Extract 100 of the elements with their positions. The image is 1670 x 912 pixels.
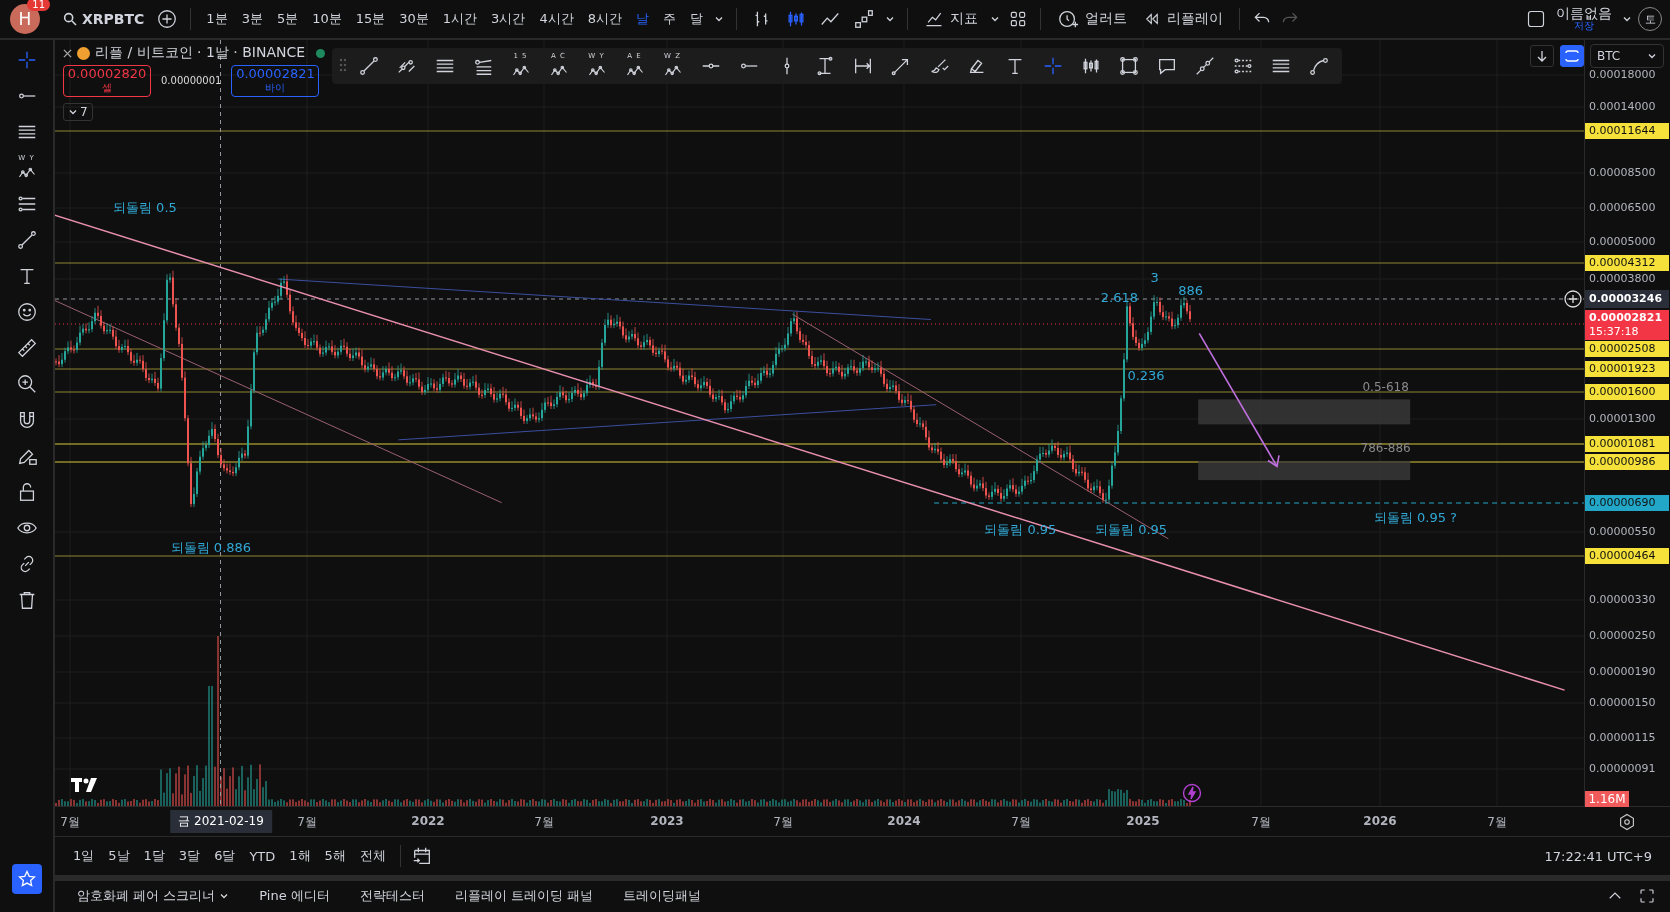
symbol-search[interactable]: XRPBTC	[56, 7, 151, 31]
price-label: 0.00000986	[1585, 454, 1669, 470]
price-label: 0.00018000	[1588, 67, 1657, 83]
range-button[interactable]: 5해	[318, 843, 352, 870]
interval-button[interactable]: 날	[630, 6, 654, 32]
interval-button[interactable]: 5분	[271, 6, 304, 32]
price-label: 0.00000115	[1588, 730, 1657, 746]
interval-button[interactable]: 주	[657, 6, 681, 32]
time-label: 2026	[1363, 814, 1397, 828]
horizontal-level-line[interactable]	[55, 368, 1584, 370]
interval-button[interactable]: 8시간	[582, 6, 627, 32]
range-button[interactable]: 3달	[172, 843, 207, 870]
price-label: 0.00003800	[1588, 271, 1657, 287]
alert-button[interactable]: 얼러트	[1050, 4, 1133, 34]
spread-value: 0.00000001	[160, 74, 223, 88]
interval-button[interactable]: 3분	[236, 6, 268, 32]
price-label: 0.00000190	[1588, 664, 1657, 680]
sell-button[interactable]: 0.00002820 셀	[63, 65, 151, 97]
chart-annotation[interactable]: 786-886	[1360, 441, 1411, 456]
interval-button[interactable]: 30분	[394, 6, 434, 32]
lightning-icon[interactable]	[1181, 783, 1202, 804]
sync-icon[interactable]	[1560, 45, 1584, 67]
interval-button[interactable]: 15분	[350, 6, 391, 32]
time-label: 7월	[534, 814, 554, 831]
range-button[interactable]: 1달	[137, 843, 171, 870]
trend-line[interactable]	[397, 404, 937, 441]
price-label: 0.00001600	[1585, 384, 1669, 400]
chevron-down-icon	[713, 14, 724, 24]
range-button[interactable]: 5날	[102, 843, 136, 870]
price-label: 0.00000250	[1588, 628, 1657, 644]
arrow-down-icon[interactable]	[1530, 45, 1554, 67]
interval-button[interactable]: 달	[684, 6, 708, 32]
chart-annotation[interactable]: 0.236	[1127, 367, 1165, 383]
time-label: 7월	[60, 814, 80, 831]
add-plus-icon[interactable]	[1563, 289, 1583, 309]
clock-text[interactable]: 17:22:41 UTC+9	[1544, 848, 1652, 864]
range-button[interactable]: 1해	[283, 843, 317, 870]
status-dot	[316, 48, 326, 58]
chart-annotation[interactable]: 되돌림 0.95	[1095, 521, 1168, 540]
time-label: 7월	[297, 814, 317, 831]
chart-annotation[interactable]: 되돌림 0.5	[113, 198, 177, 217]
price-label: 0.00001300	[1588, 411, 1657, 427]
interval-button[interactable]: 1시간	[437, 6, 483, 32]
interval-button[interactable]: 3시간	[486, 6, 531, 32]
panel-tab[interactable]: Pine 에디터	[249, 883, 340, 910]
layout-name-button[interactable]: 이름없음 저장	[1552, 6, 1616, 32]
trend-line[interactable]	[277, 278, 932, 320]
price-label: 0.00008500	[1588, 165, 1657, 181]
chart-annotation[interactable]: 3	[1150, 269, 1159, 285]
trend-line[interactable]	[791, 313, 1169, 540]
range-button[interactable]: 1일	[67, 843, 101, 870]
price-label: 0.00014000	[1588, 99, 1657, 115]
chart-annotation[interactable]: 되돌림 0.95 ?	[1373, 508, 1457, 527]
chart-annotation[interactable]: 되돌림 0.95	[984, 521, 1057, 540]
chart-annotation[interactable]: 0.5-618	[1362, 379, 1409, 394]
time-label: 2025	[1126, 814, 1160, 828]
price-label: 0.00000150	[1588, 695, 1657, 711]
horizontal-level-line[interactable]	[55, 391, 1584, 393]
dashed-level-line[interactable]	[933, 502, 1584, 504]
replay-button[interactable]: 리플레이	[1136, 6, 1229, 32]
price-label: 0.00002508	[1585, 341, 1669, 357]
range-button[interactable]: 6달	[208, 843, 242, 870]
time-label: 2024	[887, 814, 921, 828]
chart-annotation[interactable]: 2.618	[1100, 289, 1138, 305]
price-label: 0.00000330	[1588, 592, 1657, 608]
panel-tab[interactable]: 전략테스터	[349, 883, 435, 910]
interval-button[interactable]: 4시간	[534, 6, 579, 32]
trend-line[interactable]	[55, 299, 503, 504]
time-label: 7월	[1011, 814, 1031, 831]
time-label: 2022	[411, 814, 445, 828]
panel-tab[interactable]: 암호화폐 페어 스크리너	[67, 883, 240, 910]
currency-select[interactable]: BTC	[1590, 44, 1664, 68]
search-icon	[62, 11, 78, 27]
alarm-clock-icon	[1056, 8, 1079, 30]
price-label: 0.00000091	[1588, 761, 1657, 777]
symbol-title: 리플 / 비트코인 · 1날 · BINANCE	[95, 44, 306, 62]
price-label: 0.00001081	[1585, 436, 1669, 452]
price-label: 0.00003246	[1585, 290, 1669, 308]
price-label: 0.00004312	[1585, 255, 1669, 271]
indicators-button[interactable]: 지표	[917, 5, 984, 33]
interval-button[interactable]: 10분	[307, 6, 347, 32]
price-label: 0.00005000	[1588, 234, 1657, 250]
indicators-collapse-button[interactable]: 7	[63, 103, 93, 121]
panel-tab[interactable]: 리플레이 트레이딩 패널	[444, 883, 604, 910]
arrow[interactable]	[1198, 332, 1280, 468]
time-label: 7월	[773, 814, 793, 831]
horizontal-level-line[interactable]	[55, 348, 1584, 350]
panel-tab[interactable]: 트레이딩패널	[613, 883, 712, 910]
range-button[interactable]: 전체	[353, 843, 392, 870]
price-label: 0.00001923	[1585, 361, 1669, 377]
chart-annotation[interactable]: 886	[1178, 282, 1204, 298]
notification-badge: 11	[27, 0, 50, 11]
coin-icon	[77, 46, 90, 60]
chart-annotation[interactable]: 되돌림 0.886	[170, 539, 252, 558]
logo-icon	[71, 776, 99, 794]
chevron-down-icon	[1647, 51, 1657, 61]
price-label: 0.00000464	[1585, 548, 1669, 564]
range-button[interactable]: YTD	[243, 844, 282, 868]
buy-button[interactable]: 0.00002821 바이	[231, 65, 320, 97]
interval-button[interactable]: 1분	[201, 6, 233, 32]
